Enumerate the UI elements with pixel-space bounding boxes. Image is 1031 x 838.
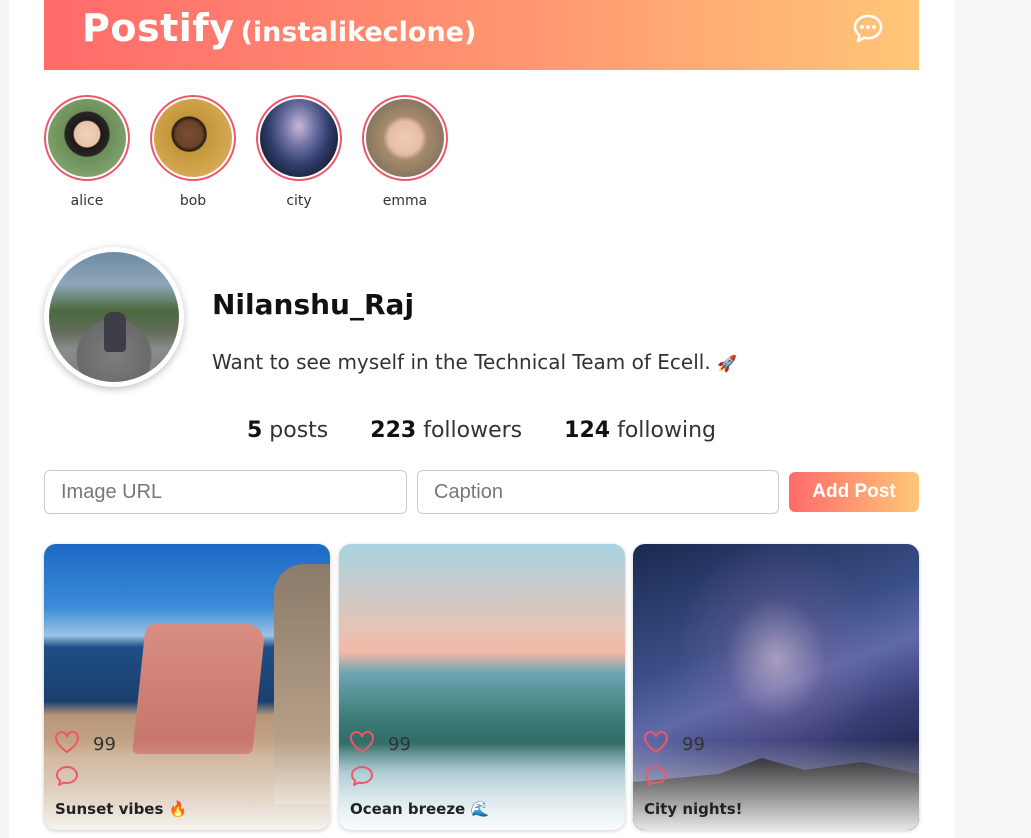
story-emma[interactable]: emma: [362, 95, 448, 209]
story-avatar: [366, 99, 444, 177]
stat-posts-label: posts: [269, 418, 329, 443]
story-avatar: [48, 99, 126, 177]
profile-username: Nilanshu_Raj: [212, 288, 415, 321]
caption-input[interactable]: [417, 470, 779, 514]
story-label: alice: [70, 193, 104, 209]
profile-avatar[interactable]: [44, 247, 184, 387]
avatar-figure: [104, 312, 126, 352]
post-caption: City nights!: [644, 800, 743, 818]
post-card[interactable]: 99 City nights!: [633, 544, 919, 830]
story-alice[interactable]: alice: [44, 95, 130, 209]
like-count: 99: [388, 734, 411, 755]
post-card[interactable]: 99 Ocean breeze 🌊: [339, 544, 625, 830]
story-label: bob: [179, 193, 207, 209]
rocket-icon: 🚀: [717, 354, 737, 373]
profile-avatar-image: [49, 252, 179, 382]
comment-icon[interactable]: [350, 764, 374, 788]
stat-posts-count: 5: [246, 418, 263, 443]
app-header: Postify (instalikeclone): [44, 0, 919, 70]
app-name: Postify: [82, 6, 235, 50]
right-gutter: [954, 0, 1031, 838]
story-ring: [256, 95, 342, 181]
profile-stats: 5 posts 223 followers 124 following: [0, 418, 963, 443]
like-count: 99: [682, 734, 705, 755]
post-caption: Ocean breeze 🌊: [350, 800, 490, 818]
stat-following[interactable]: 124 following: [564, 418, 716, 443]
story-label: emma: [382, 193, 428, 209]
comment-icon[interactable]: [55, 764, 79, 788]
like-count: 99: [93, 734, 116, 755]
post-caption: Sunset vibes 🔥: [55, 800, 188, 818]
stat-following-label: following: [617, 418, 716, 443]
story-bob[interactable]: bob: [150, 95, 236, 209]
stat-following-count: 124: [564, 418, 611, 443]
story-city[interactable]: city: [256, 95, 342, 209]
app-subtitle: (instalikeclone): [240, 17, 477, 48]
story-avatar: [260, 99, 338, 177]
stat-followers-count: 223: [370, 418, 417, 443]
heart-icon[interactable]: [54, 730, 80, 754]
chair-shape: [132, 624, 266, 754]
stories-row: alice bob city emma: [44, 95, 448, 209]
add-post-button[interactable]: Add Post: [789, 472, 919, 512]
story-ring: [44, 95, 130, 181]
profile-bio: Want to see myself in the Technical Team…: [212, 350, 737, 374]
chat-icon[interactable]: [851, 12, 885, 46]
stat-followers[interactable]: 223 followers: [370, 418, 522, 443]
bio-text: Want to see myself in the Technical Team…: [212, 350, 711, 374]
story-ring: [150, 95, 236, 181]
heart-icon[interactable]: [643, 730, 669, 754]
brand-title: Postify (instalikeclone): [82, 6, 476, 50]
image-url-input[interactable]: [44, 470, 407, 514]
story-label: city: [286, 193, 312, 209]
story-ring: [362, 95, 448, 181]
comment-icon[interactable]: [644, 764, 668, 788]
heart-icon[interactable]: [349, 730, 375, 754]
stat-posts[interactable]: 5 posts: [247, 418, 328, 443]
stat-followers-label: followers: [423, 418, 523, 443]
story-avatar: [154, 99, 232, 177]
post-card[interactable]: 99 Sunset vibes 🔥: [44, 544, 330, 830]
